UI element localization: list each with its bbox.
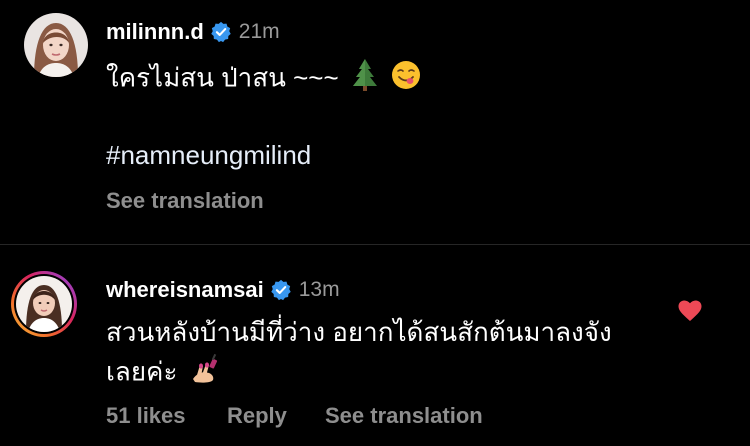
tree-icon — [350, 58, 380, 101]
post-username[interactable]: milinnn.d — [106, 19, 204, 45]
comment-reply-button[interactable]: Reply — [227, 403, 287, 429]
comments-screen: milinnn.d 21m ใครไม่สน ป่าสน ~~~ #namneu… — [0, 0, 750, 446]
comment-author-avatar[interactable] — [16, 276, 72, 332]
nail-polish-icon — [189, 353, 221, 394]
comment-see-translation-button[interactable]: See translation — [325, 403, 483, 429]
comment-username[interactable]: whereisnamsai — [106, 277, 264, 303]
post-author-avatar[interactable] — [24, 13, 88, 77]
post-timestamp: 21m — [238, 20, 280, 43]
verified-badge-icon — [210, 21, 232, 43]
post-header: milinnn.d 21m — [106, 19, 280, 45]
verified-badge-icon — [270, 279, 292, 301]
comment-text-line-2: เลยค่ะ — [106, 353, 221, 394]
post-see-translation-button[interactable]: See translation — [106, 188, 264, 214]
comment-header: whereisnamsai 13m — [106, 277, 340, 303]
comment-text-line-1: สวนหลังบ้านมีที่ว่าง อยากได้สนสักต้นมาลง… — [106, 317, 612, 347]
comment-likes-count[interactable]: 51 likes — [106, 403, 186, 429]
comment-text-line-2-text: เลยค่ะ — [106, 356, 178, 387]
post-caption-text: ใครไม่สน ป่าสน ~~~ — [106, 62, 339, 93]
comment-timestamp: 13m — [298, 278, 340, 301]
comment-author-story-ring[interactable] — [11, 271, 77, 337]
post-hashtag[interactable]: #namneungmilind — [106, 140, 311, 171]
yum-face-icon — [391, 60, 421, 99]
divider — [0, 244, 750, 245]
comment-like-heart-icon[interactable] — [678, 300, 702, 322]
post-caption: ใครไม่สน ป่าสน ~~~ — [106, 58, 421, 101]
